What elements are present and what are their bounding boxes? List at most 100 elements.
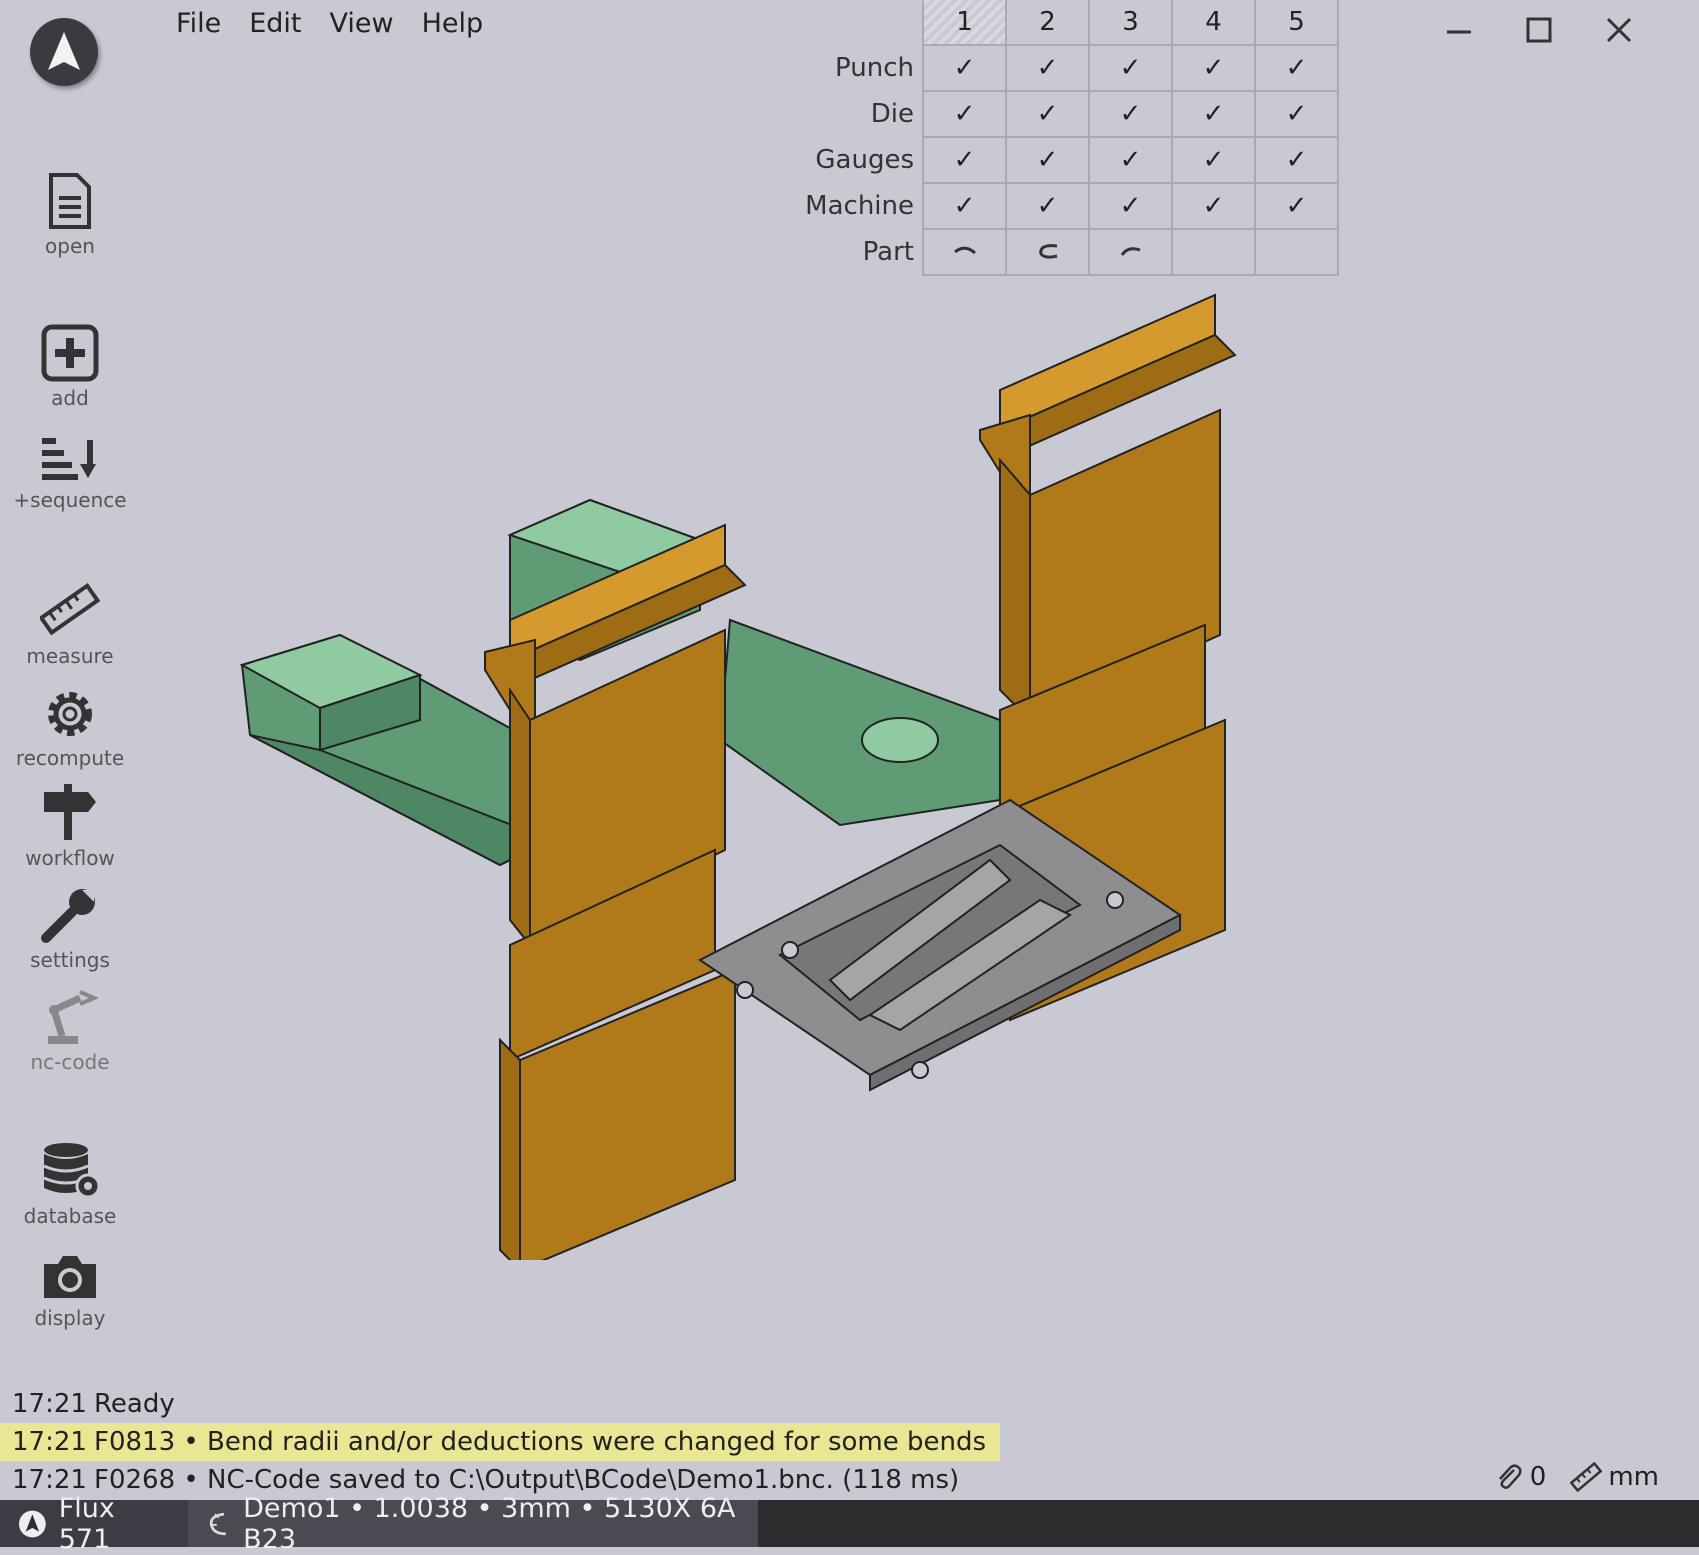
- gear-icon: [48, 692, 92, 736]
- step-column-4[interactable]: 4: [1171, 0, 1256, 46]
- grid-row-machine: Machine ✓ ✓ ✓ ✓ ✓: [800, 182, 1339, 230]
- punch-check-5[interactable]: ✓: [1254, 44, 1339, 92]
- window-controls: [1439, 10, 1639, 50]
- job-info: Demo1 • 1.0038 • 3mm • 5130X 6A B23: [243, 1492, 736, 1555]
- close-icon: [1606, 17, 1632, 43]
- sort-sequence-icon: [42, 438, 96, 480]
- database-gear-icon: [43, 1143, 100, 1199]
- display-tool[interactable]: display: [0, 1242, 140, 1330]
- punch-check-1[interactable]: ✓: [922, 44, 1007, 92]
- press-brake-scene: [239, 293, 1237, 1273]
- menu-view[interactable]: View: [329, 8, 393, 39]
- machine-check-2[interactable]: ✓: [1005, 182, 1090, 230]
- signpost-icon: [44, 784, 96, 840]
- nc-code-label: nc-code: [30, 1050, 110, 1074]
- ruler-icon: [40, 582, 100, 636]
- camera-icon: [44, 1256, 96, 1298]
- measure-tool[interactable]: measure: [0, 580, 140, 668]
- log-time: 17:21: [12, 1427, 87, 1457]
- ruler-icon: [1570, 1462, 1603, 1492]
- wrench-icon: [41, 889, 95, 943]
- nc-code-tool[interactable]: nc-code: [0, 986, 140, 1074]
- display-label: display: [34, 1306, 106, 1330]
- open-tool[interactable]: open: [0, 170, 140, 258]
- database-label: database: [23, 1204, 117, 1228]
- maximize-icon: [1526, 17, 1552, 43]
- open-label: open: [45, 234, 95, 258]
- workflow-label: workflow: [25, 846, 115, 870]
- status-indicators: 0 mm: [1494, 1462, 1659, 1492]
- maximize-button[interactable]: [1519, 10, 1559, 50]
- part-cell-5[interactable]: [1254, 228, 1339, 276]
- gauges-check-1[interactable]: ✓: [922, 136, 1007, 184]
- grid-row-gauges: Gauges ✓ ✓ ✓ ✓ ✓: [800, 136, 1339, 184]
- log-text: F0813 • Bend radii and/or deductions wer…: [94, 1427, 987, 1457]
- bend-part-icon: [209, 1512, 226, 1535]
- minimize-icon: [1447, 30, 1471, 34]
- punch-check-2[interactable]: ✓: [1005, 44, 1090, 92]
- gauges-check-5[interactable]: ✓: [1254, 136, 1339, 184]
- machine-check-5[interactable]: ✓: [1254, 182, 1339, 230]
- log-entry-warning[interactable]: 17:21 F0813 • Bend radii and/or deduction…: [0, 1423, 1001, 1461]
- row-label-part: Part: [862, 237, 914, 267]
- menu-bar: File Edit View Help: [176, 8, 483, 39]
- part-cell-3[interactable]: [1088, 228, 1173, 276]
- grid-row-die: Die ✓ ✓ ✓ ✓ ✓: [800, 90, 1339, 138]
- row-label-die: Die: [870, 99, 914, 129]
- step-column-2[interactable]: 2: [1005, 0, 1090, 46]
- row-label-machine: Machine: [805, 191, 914, 221]
- machine-check-4[interactable]: ✓: [1171, 182, 1256, 230]
- app-logo-button[interactable]: [30, 18, 98, 86]
- die-check-5[interactable]: ✓: [1254, 90, 1339, 138]
- part-cell-4[interactable]: [1171, 228, 1256, 276]
- gauges-check-4[interactable]: ✓: [1171, 136, 1256, 184]
- machine-check-1[interactable]: ✓: [922, 182, 1007, 230]
- settings-tool[interactable]: settings: [0, 884, 140, 972]
- menu-edit[interactable]: Edit: [249, 8, 301, 39]
- step-column-3[interactable]: 3: [1088, 0, 1173, 46]
- 3d-viewport[interactable]: [220, 280, 1320, 1273]
- gauges-check-3[interactable]: ✓: [1088, 136, 1173, 184]
- log-entry: 17:21 Ready: [0, 1385, 1000, 1423]
- punch-die-stack-left: [484, 523, 747, 1273]
- settings-label: settings: [30, 948, 110, 972]
- add-tool[interactable]: add: [0, 322, 140, 410]
- app-version: Flux 571: [58, 1492, 115, 1555]
- die-check-3[interactable]: ✓: [1088, 90, 1173, 138]
- sequence-tool[interactable]: +sequence: [0, 424, 140, 512]
- job-info-segment[interactable]: Demo1 • 1.0038 • 3mm • 5130X 6A B23: [188, 1493, 758, 1555]
- step-column-1[interactable]: 1: [922, 0, 1007, 46]
- recompute-tool[interactable]: recompute: [0, 682, 140, 770]
- punch-check-3[interactable]: ✓: [1088, 44, 1173, 92]
- step-column-5[interactable]: 5: [1254, 0, 1339, 46]
- part-cell-2[interactable]: [1005, 228, 1090, 276]
- punch-check-4[interactable]: ✓: [1171, 44, 1256, 92]
- units-label: mm: [1608, 1462, 1659, 1492]
- database-tool[interactable]: database: [0, 1140, 140, 1228]
- part-icon: [1038, 244, 1057, 259]
- menu-help[interactable]: Help: [422, 8, 484, 39]
- die-check-2[interactable]: ✓: [1005, 90, 1090, 138]
- app-version-segment[interactable]: Flux 571: [0, 1493, 188, 1555]
- machine-check-3[interactable]: ✓: [1088, 182, 1173, 230]
- workflow-tool[interactable]: workflow: [0, 782, 140, 870]
- recompute-label: recompute: [15, 746, 125, 770]
- row-label-punch: Punch: [835, 53, 914, 83]
- app-logo-icon: [18, 1510, 46, 1537]
- part-cell-1[interactable]: [922, 228, 1007, 276]
- attachments-indicator[interactable]: 0: [1494, 1462, 1546, 1492]
- menu-file[interactable]: File: [176, 8, 221, 39]
- minimize-button[interactable]: [1439, 10, 1479, 50]
- die-check-1[interactable]: ✓: [922, 90, 1007, 138]
- row-label-gauges: Gauges: [815, 145, 914, 175]
- robot-arm-icon: [48, 990, 100, 1044]
- close-button[interactable]: [1599, 10, 1639, 50]
- die-check-4[interactable]: ✓: [1171, 90, 1256, 138]
- units-indicator[interactable]: mm: [1570, 1462, 1659, 1492]
- log-text: Ready: [94, 1389, 175, 1419]
- gauges-check-2[interactable]: ✓: [1005, 136, 1090, 184]
- sequence-label: +sequence: [13, 488, 127, 512]
- grid-row-punch: Punch ✓ ✓ ✓ ✓ ✓: [800, 44, 1339, 92]
- message-log: 17:21 Ready 17:21 F0813 • Bend radii and/o…: [0, 1385, 1001, 1499]
- log-text: F0268 • NC-Code saved to C:\Output\BCode…: [94, 1465, 960, 1495]
